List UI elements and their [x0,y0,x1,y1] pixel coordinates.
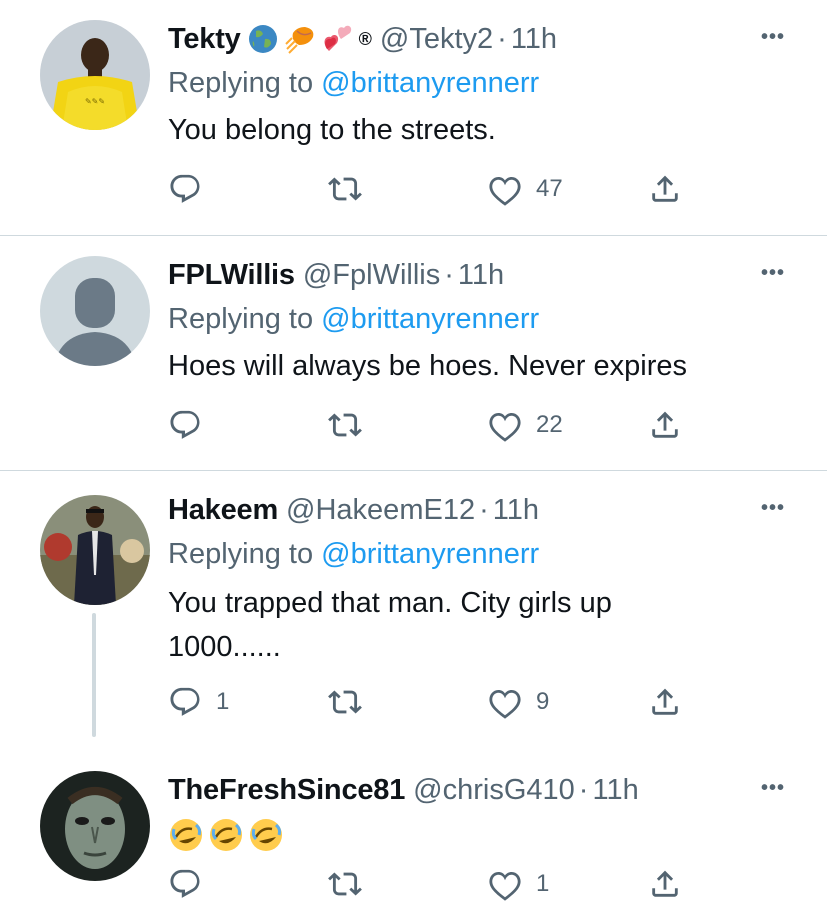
registered-mark: ® [358,28,372,49]
yellow-shirt-avatar[interactable]: ✎✎✎ [40,20,150,130]
reply-icon [168,408,202,442]
rolling-laughing-emoji [248,817,284,853]
like-count: 47 [536,175,563,202]
like-button[interactable]: 22 [488,408,563,442]
display-name[interactable]: Hakeem [168,494,278,527]
retweet-button[interactable] [328,867,376,901]
tweet-text: You trapped that man. City girls up 1000… [168,587,612,663]
tweet-4[interactable]: TheFreshSince81 @chrisG410 · 11h ••• 1 [0,751,827,906]
mention-link[interactable]: @brittanyrennerr [321,538,539,570]
heart-icon [488,685,522,719]
replying-prefix: Replying to [168,67,322,99]
retweet-icon [328,408,362,442]
reply-button[interactable]: 1 [168,685,229,719]
retweet-icon [328,172,362,206]
reply-count: 1 [216,688,230,715]
tweet-time[interactable]: 11h [592,774,638,807]
suit-man-avatar[interactable] [40,495,150,605]
separator-dot: · [479,493,489,526]
like-button[interactable]: 9 [488,685,549,719]
tweet-time[interactable]: 11h [511,23,557,56]
globe-emoji [247,23,279,55]
tweet-3[interactable]: Hakeem @HakeemE12 · 11h ••• Replying to … [0,471,827,751]
separator-dot: · [444,258,454,291]
reply-button[interactable] [168,172,216,206]
more-options-icon[interactable]: ••• [761,497,785,520]
display-name[interactable]: TheFreshSince81 [168,774,405,807]
display-name[interactable]: Tekty [168,23,241,56]
retweet-icon [328,867,362,901]
like-count: 9 [536,688,550,715]
retweet-button[interactable] [328,172,376,206]
share-button[interactable] [648,867,682,901]
retweet-button[interactable] [328,685,376,719]
more-options-icon[interactable]: ••• [761,777,785,800]
default-profile-avatar[interactable] [40,256,150,366]
replying-to: Replying to @brittanyrennerr [168,60,787,106]
tweet-text [168,811,787,859]
share-icon [648,172,682,206]
tweet-text: You belong to the streets. [168,114,496,146]
tweet-actions: 47 [168,172,688,212]
like-count: 1 [536,870,550,897]
tweet-2[interactable]: FPLWillis @FplWillis · 11h ••• Replying … [0,236,827,470]
retweet-icon [328,685,362,719]
mention-link[interactable]: @brittanyrennerr [321,303,539,335]
user-handle[interactable]: @HakeemE12 [286,494,475,527]
mention-link[interactable]: @brittanyrennerr [321,67,539,99]
rolling-laughing-emoji [208,817,244,853]
tweet-actions: 22 [168,408,688,448]
two-hearts-emoji [323,23,355,55]
share-icon [648,408,682,442]
user-handle[interactable]: @FplWillis [303,259,440,292]
like-count: 22 [536,411,563,438]
like-button[interactable]: 47 [488,172,563,206]
replying-to: Replying to @brittanyrennerr [168,296,787,342]
rolling-laughing-emoji [168,817,204,853]
reply-icon [168,867,202,901]
separator-dot: · [497,22,507,55]
heart-icon [488,408,522,442]
replying-prefix: Replying to [168,303,322,335]
share-button[interactable] [648,685,682,719]
user-handle[interactable]: @chrisG410 [413,774,575,807]
tweet-actions: 1 [168,867,688,906]
basketball-emoji [284,23,317,55]
share-button[interactable] [648,408,682,442]
more-options-icon[interactable]: ••• [761,26,785,49]
retweet-button[interactable] [328,408,376,442]
reply-icon [168,685,202,719]
reply-button[interactable] [168,408,216,442]
separator-dot: · [578,773,589,806]
heart-icon [488,172,522,206]
svg-text:✎✎✎: ✎✎✎ [85,97,105,106]
tweet-text: Hoes will always be hoes. Never expires [168,350,687,382]
share-button[interactable] [648,172,682,206]
tweet-time[interactable]: 11h [493,494,539,527]
share-icon [648,867,682,901]
reply-icon [168,172,202,206]
replying-prefix: Replying to [168,538,322,570]
share-icon [648,685,682,719]
thread-connector [92,613,96,737]
display-name[interactable]: FPLWillis [168,259,295,292]
heart-icon [488,867,522,901]
tweet-1[interactable]: ✎✎✎ Tekty ® @Tekty2 · 11h ••• Replying t… [0,0,827,235]
reply-button[interactable] [168,867,216,901]
replying-to: Replying to @brittanyrennerr [168,531,787,577]
tweet-actions: 1 9 [168,685,688,725]
masked-face-avatar[interactable] [40,771,150,881]
tweet-time[interactable]: 11h [458,259,504,292]
user-handle[interactable]: @Tekty2 [380,23,493,56]
like-button[interactable]: 1 [488,867,549,901]
more-options-icon[interactable]: ••• [761,262,785,285]
